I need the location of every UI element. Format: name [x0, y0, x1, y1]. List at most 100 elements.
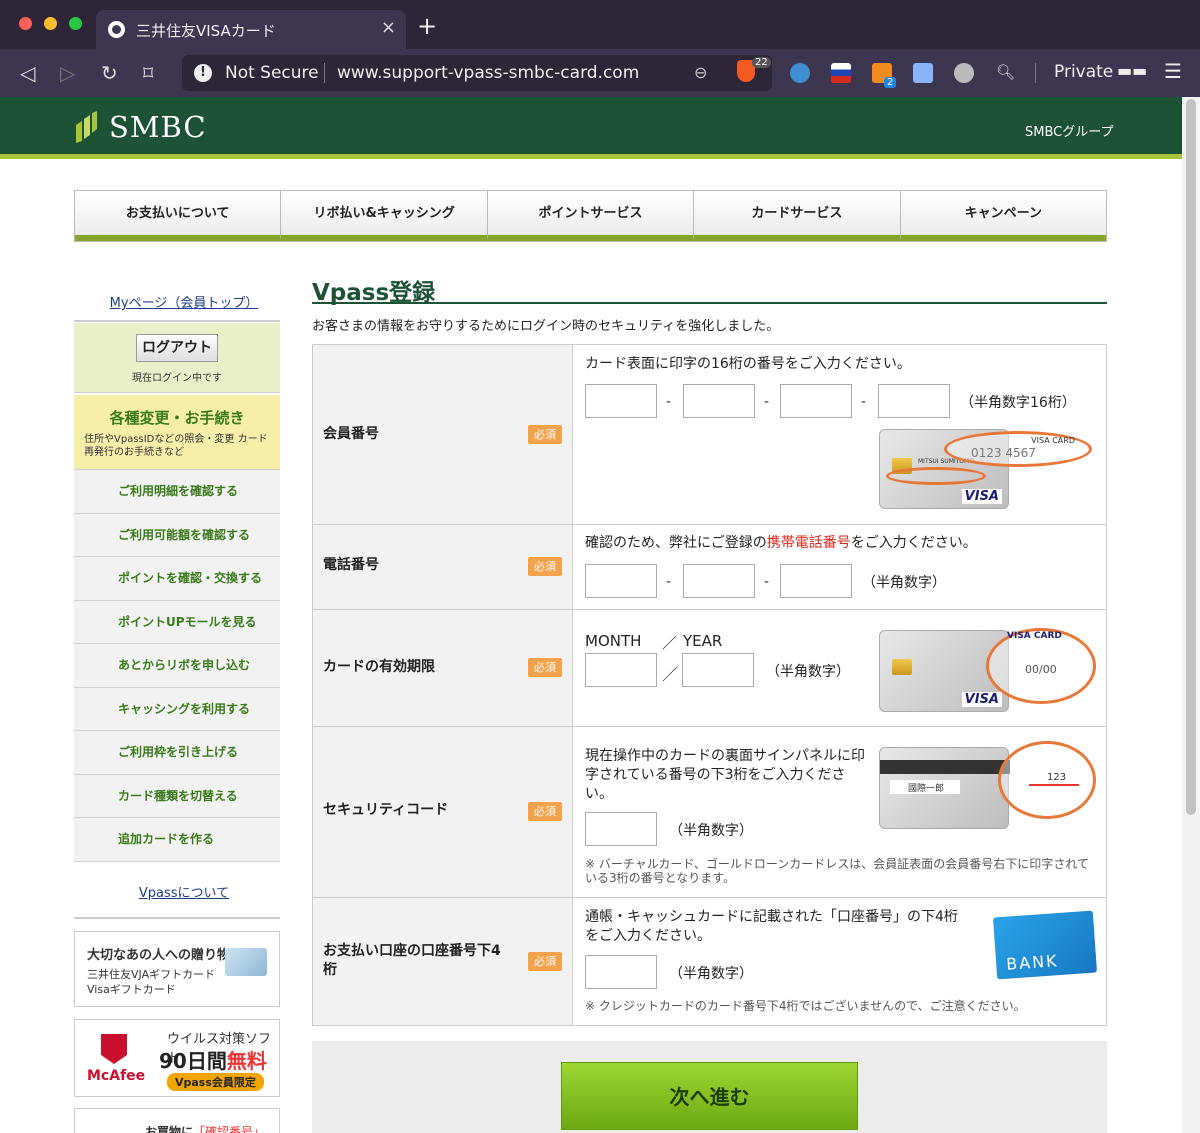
intro-text: お客さまの情報をお守りするためにログイン時のセキュリティを強化しました。: [312, 319, 780, 334]
maximize-window-icon[interactable]: [69, 17, 82, 30]
required-badge: 必須: [528, 557, 562, 576]
phone-label: 電話番号: [323, 557, 379, 573]
close-window-icon[interactable]: [19, 17, 32, 30]
month-year-slash: ／: [662, 634, 678, 652]
flag-extension-icon[interactable]: [831, 63, 851, 83]
sidebar-item-mall[interactable]: ポイントUPモールを見る: [74, 600, 280, 644]
card-number-input-1[interactable]: [585, 384, 657, 418]
globe-extension-icon[interactable]: [790, 63, 810, 83]
sidebar-item-switch-card[interactable]: カード種類を切替える: [74, 774, 280, 818]
sidebar-item-add-card[interactable]: 追加カードを作る: [74, 818, 280, 862]
security-code-label-cell: セキュリティコード 必須: [313, 727, 573, 897]
zoom-out-icon[interactable]: ⊖: [694, 63, 707, 82]
phone-input-2[interactable]: [683, 564, 755, 598]
key-extension-icon[interactable]: 🔍︎: [996, 63, 1016, 83]
phone-input-1[interactable]: [585, 564, 657, 598]
ip-extension-icon[interactable]: [954, 63, 974, 83]
card-number-input-4[interactable]: [878, 384, 950, 418]
mcafee-banner-tag: Vpass会員限定: [167, 1073, 264, 1091]
sidebar-item-cashing[interactable]: キャッシングを利用する: [74, 687, 280, 731]
browser-tab[interactable]: 三井住友VISAカード ×: [96, 10, 406, 49]
security-code-input[interactable]: [585, 812, 657, 846]
bank-account-label-cell: お支払い口座の口座番号下4桁 必須: [313, 898, 573, 1025]
card-number-label: 会員番号: [323, 426, 379, 442]
required-badge: 必須: [528, 425, 562, 444]
card-number-row: 会員番号 必須 カード表面に印字の16桁の番号をご入力ください。 - - - （…: [313, 345, 1106, 525]
expiry-row: カードの有効期限 必須 MONTH ／ YEAR ／ （半角数字） VISA V…: [313, 610, 1106, 727]
gift-banner-line2: Visaギフトカード: [87, 983, 176, 996]
sidebar-item-limit[interactable]: ご利用枠を引き上げる: [74, 731, 280, 775]
brave-count-badge: 22: [752, 57, 771, 68]
tab-title: 三井住友VISAカード: [136, 22, 276, 40]
nav-points[interactable]: ポイントサービス: [487, 191, 695, 241]
card-number-field-cell: カード表面に印字の16桁の番号をご入力ください。 - - - （半角数字16桁）…: [574, 345, 1106, 524]
phone-input-3[interactable]: [780, 564, 852, 598]
nav-revolving-cashing[interactable]: リボ払い&キャッシング: [281, 191, 488, 241]
forward-icon[interactable]: ▷: [60, 61, 75, 85]
security-code-row: セキュリティコード 必須 現在操作中のカードの裏面サインパネルに印字されている番…: [313, 727, 1106, 898]
not-secure-label[interactable]: Not Secure: [225, 63, 319, 83]
smbc-leaf-icon: [76, 111, 97, 143]
procedures-panel[interactable]: 各種変更・お手続き 住所やVpassIDなどの照会・変更 カード再発行のお手続き…: [74, 395, 280, 470]
expiry-field-cell: MONTH ／ YEAR ／ （半角数字） VISA VISA CARD 00/…: [574, 610, 1106, 726]
address-bar[interactable]: ! Not Secure www.support-vpass-smbc-card…: [182, 55, 772, 91]
card-number-input-2[interactable]: [683, 384, 755, 418]
site-header: SMBC SMBCグループ: [0, 97, 1182, 159]
reload-icon[interactable]: ↻: [101, 61, 118, 85]
mcafee-logo: McAfee: [87, 1068, 146, 1084]
mypage-link[interactable]: Myページ（会員トップ）: [74, 292, 294, 311]
bank-account-note: ※ クレジットカードのカード番号下4桁ではございませんので、ご注意ください。: [585, 999, 1026, 1013]
bookmark-icon[interactable]: ⌑: [143, 61, 153, 85]
smbc-logo[interactable]: SMBC: [109, 110, 207, 144]
extension-badge: 2: [884, 77, 897, 88]
mcafee-banner[interactable]: McAfee ウイルス対策ソフト 90日間無料 Vpass会員限定: [74, 1019, 280, 1097]
back-icon[interactable]: ◁: [20, 61, 35, 85]
phone-row: 電話番号 必須 確認のため、弊社にご登録の携帯電話番号をご入力ください。 - -…: [313, 525, 1106, 610]
callout-visa-card-label: VISA CARD: [1007, 631, 1062, 641]
registration-form: 会員番号 必須 カード表面に印字の16桁の番号をご入力ください。 - - - （…: [312, 344, 1107, 1026]
url-divider: [324, 63, 325, 83]
url-text[interactable]: www.support-vpass-smbc-card.com: [337, 63, 639, 83]
translate-extension-icon[interactable]: [913, 63, 933, 83]
scrollbar-thumb[interactable]: [1186, 99, 1196, 815]
next-button[interactable]: 次へ進む: [561, 1062, 858, 1130]
browser-toolbar: ◁ ▷ ↻ ⌑ ! Not Secure www.support-vpass-s…: [0, 49, 1200, 97]
smbc-group-logo[interactable]: SMBCグループ: [1025, 121, 1113, 140]
page-scrollbar[interactable]: [1182, 97, 1200, 1133]
required-badge: 必須: [528, 658, 562, 677]
required-badge: 必須: [528, 802, 562, 821]
warning-icon[interactable]: !: [194, 64, 212, 82]
menu-icon[interactable]: ☰: [1164, 59, 1182, 83]
private-label: Private: [1054, 62, 1114, 82]
procedures-title[interactable]: 各種変更・お手続き: [74, 407, 280, 428]
nav-payment[interactable]: お支払いについて: [75, 191, 282, 241]
card-number-desc: カード表面に印字の16桁の番号をご入力ください。: [585, 356, 911, 372]
bank-account-input[interactable]: [585, 955, 657, 989]
sidebar-item-revolving[interactable]: あとからリボを申し込む: [74, 644, 280, 688]
card-number-callout-small: [886, 467, 986, 485]
submit-area: 次へ進む: [312, 1041, 1107, 1133]
sidebar-item-available[interactable]: ご利用可能額を確認する: [74, 513, 280, 557]
sidebar-item-statement[interactable]: ご利用明細を確認する: [74, 470, 280, 514]
new-tab-icon[interactable]: +: [417, 12, 437, 40]
close-tab-icon[interactable]: ×: [381, 17, 396, 38]
vpass-about-link[interactable]: Vpassについて: [74, 882, 294, 901]
sidebar-item-points[interactable]: ポイントを確認・交換する: [74, 557, 280, 601]
expiry-year-input[interactable]: [682, 653, 754, 687]
year-label: YEAR: [683, 632, 723, 650]
magnetic-stripe: [880, 760, 1010, 774]
minimize-window-icon[interactable]: [44, 17, 57, 30]
nav-card-service[interactable]: カードサービス: [694, 191, 901, 241]
login-status: 現在ログイン中です: [132, 373, 222, 384]
gift-card-banner[interactable]: 大切なあの人への贈り物 三井住友VJAギフトカード Visaギフトカード: [74, 931, 280, 1007]
gift-banner-title: 大切なあの人への贈り物: [87, 948, 231, 963]
expiry-month-input[interactable]: [585, 653, 657, 687]
card-number-label-cell: 会員番号 必須: [313, 345, 573, 524]
expiry-slash: ／: [662, 665, 679, 684]
logout-button[interactable]: ログアウト: [136, 334, 218, 362]
browser-tab-bar: 三井住友VISAカード × +: [0, 0, 1200, 49]
bank-account-label: お支払い口座の口座番号下4桁: [323, 943, 501, 978]
card-number-input-3[interactable]: [780, 384, 852, 418]
nav-campaign[interactable]: キャンペーン: [900, 191, 1107, 241]
confirmation-banner[interactable]: お買物に「確認番号」: [74, 1108, 280, 1133]
